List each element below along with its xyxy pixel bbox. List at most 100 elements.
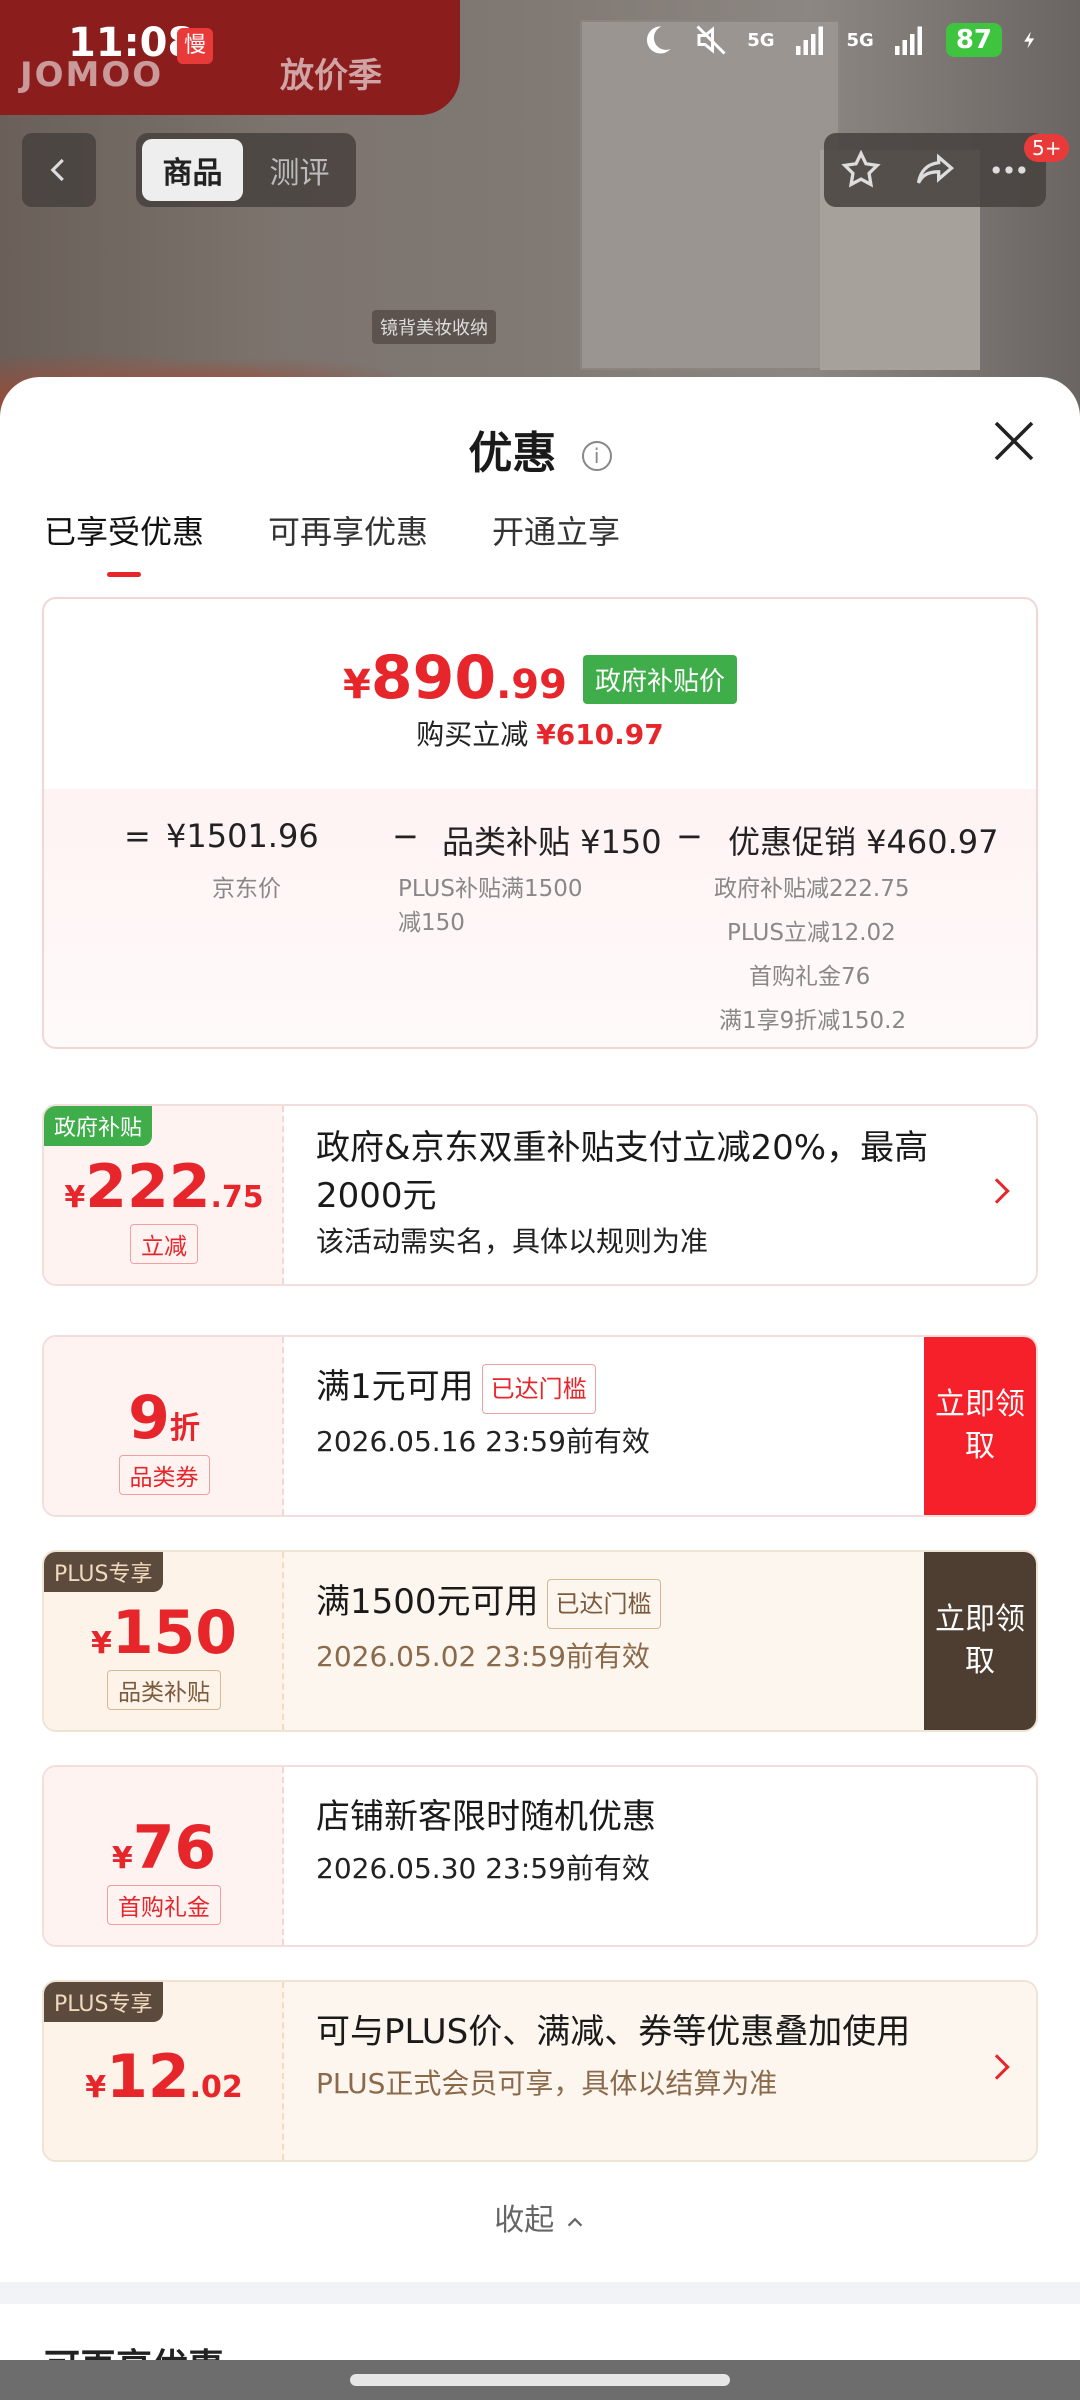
status-icons: 5G 5G 87 <box>639 22 1040 58</box>
tab-product[interactable]: 商品 <box>142 139 243 201</box>
chevron-left-icon <box>50 158 64 182</box>
category-note-1: PLUS补贴满1500 <box>398 876 583 902</box>
gov-price-badge: 政府补贴价 <box>582 655 737 704</box>
claim-button[interactable]: 立即领取 <box>924 1337 1036 1515</box>
product-image-tag: 镜背美妆收纳 <box>372 310 496 344</box>
product-actions <box>824 133 1046 207</box>
coupon-body: 满1元可用 已达门槛 2026.05.16 23:59前有效 <box>316 1363 956 1460</box>
coupon-type: 品类补贴 <box>44 1670 284 1710</box>
gov-subsidy-coupon[interactable]: 政府补贴 ¥222.75 立减 政府&京东双重补贴支付立减20%，最高2000元… <box>42 1104 1038 1286</box>
promo-item: PLUS立减12.02 <box>727 920 896 946</box>
info-icon[interactable]: i <box>581 441 612 471</box>
sheet-title-text: 优惠 <box>468 428 557 479</box>
back-button[interactable] <box>22 133 96 207</box>
first-purchase-gift-coupon: ¥76 首购礼金 店铺新客限时随机优惠 2026.05.30 23:59前有效 <box>42 1765 1038 1947</box>
gesture-bar <box>0 2360 1080 2400</box>
coupon-expiry: 2026.05.30 23:59前有效 <box>316 1852 650 1885</box>
coupon-amount: ¥222.75 <box>44 1152 284 1222</box>
home-indicator[interactable] <box>350 2374 730 2386</box>
promo-item: 首购礼金76 <box>749 964 871 990</box>
category-note-2: 减150 <box>398 910 465 936</box>
collapse-button[interactable]: 收起 <box>0 2195 1080 2239</box>
coupon-type-label: 首购礼金 <box>107 1885 221 1925</box>
category-subsidy: 品类补贴 ¥150 <box>442 823 662 861</box>
currency-symbol: ¥ <box>343 662 371 708</box>
mute-icon <box>696 25 726 55</box>
promo-item: 政府补贴减222.75 <box>714 876 910 902</box>
coupon-body: 可与PLUS价、满减、券等优惠叠加使用 PLUS正式会员可享，具体以结算为准 <box>316 2008 956 2102</box>
final-price: ¥ 890 .99 政府补贴价 <box>44 643 1036 713</box>
amount-decimal: .75 <box>210 1180 264 1215</box>
coupon-amount: 9折 <box>44 1383 284 1453</box>
jd-price: ¥1501.96 <box>166 817 319 855</box>
share-icon[interactable] <box>913 148 957 192</box>
star-icon[interactable] <box>839 148 883 192</box>
coupon-amount: ¥12.02 <box>44 2042 284 2112</box>
coupon-body: 店铺新客限时随机优惠 2026.05.30 23:59前有效 <box>316 1793 956 1887</box>
promo-item: 满1享9折减150.2 <box>719 1008 907 1034</box>
discount-coupon: 9折 品类券 满1元可用 已达门槛 2026.05.16 23:59前有效 立即领… <box>42 1335 1038 1517</box>
amount-integer: 222 <box>85 1152 211 1222</box>
currency-symbol: ¥ <box>85 2070 107 2105</box>
coupon-desc: PLUS正式会员可享，具体以结算为准 <box>316 2067 778 2100</box>
coupon-type-label: 品类补贴 <box>107 1670 221 1710</box>
total-saving: 购买立减 ¥610.97 <box>44 713 1036 753</box>
promotion-total: 优惠促销 ¥460.97 <box>728 823 999 861</box>
currency-symbol: ¥ <box>90 1626 112 1661</box>
gov-subsidy-ribbon: 政府补贴 <box>44 1106 153 1146</box>
minus-sign: − <box>392 817 419 855</box>
minus-sign-2: − <box>676 817 703 855</box>
coupon-body: 满1500元可用 已达门槛 2026.05.02 23:59前有效 <box>316 1578 956 1675</box>
price-summary-card: ¥ 890 .99 政府补贴价 购买立减 ¥610.97 = ¥1501.96 −… <box>42 597 1038 1049</box>
plus-ribbon: PLUS专享 <box>44 1552 163 1592</box>
coupon-type-label: 立减 <box>130 1224 198 1264</box>
coupon-amount: ¥150 <box>44 1598 284 1668</box>
charging-icon <box>1024 31 1035 49</box>
tab-enjoyed[interactable]: 已享受优惠 <box>44 507 204 577</box>
threshold-reached-badge: 已达门槛 <box>546 1578 661 1629</box>
coupon-body: 政府&京东双重补贴支付立减20%，最高2000元 该活动需实名，具体以规则为准 <box>316 1124 956 1260</box>
discount-sheet: 优惠 i 已享受优惠 可再享优惠 开通立享 ¥ 890 .99 政府补贴价 购买… <box>0 377 1080 2400</box>
amount-integer: 76 <box>132 1813 217 1883</box>
slow-network-badge: 慢 <box>177 28 213 64</box>
coupon-type: 立减 <box>44 1224 284 1264</box>
moon-icon <box>647 26 671 54</box>
coupon-desc: 该活动需实名，具体以规则为准 <box>316 1225 709 1258</box>
plus-ribbon: PLUS专享 <box>44 1982 163 2022</box>
section-divider <box>0 2282 1080 2304</box>
tab-review[interactable]: 测评 <box>249 139 350 201</box>
price-integer: 890 <box>370 643 497 713</box>
coupon-title: 满1500元可用 已达门槛 <box>316 1578 956 1629</box>
coupon-title: 店铺新客限时随机优惠 <box>316 1797 656 1837</box>
plus-instant-discount-coupon[interactable]: PLUS专享 ¥12.02 可与PLUS价、满减、券等优惠叠加使用 PLUS正式… <box>42 1980 1038 2162</box>
more-icon[interactable] <box>987 148 1031 192</box>
equals-sign: = <box>124 817 151 855</box>
saving-amount: ¥610.97 <box>536 718 664 751</box>
status-bar: 11:08 慢 5G 5G 87 <box>0 0 1080 90</box>
amount-integer: 150 <box>111 1598 238 1668</box>
coupon-title: 满1元可用 已达门槛 <box>316 1363 956 1414</box>
threshold-reached-badge: 已达门槛 <box>481 1363 596 1414</box>
plus-subsidy-coupon: PLUS专享 ¥150 品类补贴 满1500元可用 已达门槛 2026.05.02… <box>42 1550 1038 1732</box>
coupon-amount: ¥76 <box>44 1813 284 1883</box>
message-badge: 5+ <box>1024 134 1070 162</box>
signal-5g-label: 5G <box>747 29 775 51</box>
amount-integer: 12 <box>106 2042 190 2112</box>
tab-more-available[interactable]: 可再享优惠 <box>268 507 428 553</box>
chevron-right-icon <box>984 1178 1010 1204</box>
signal-icon <box>795 26 823 55</box>
signal-icon-2 <box>894 26 922 55</box>
claim-button[interactable]: 立即领取 <box>924 1552 1036 1730</box>
coupon-type: 首购礼金 <box>44 1885 284 1925</box>
collapse-label: 收起 <box>494 2203 555 2238</box>
signal-5g-label-2: 5G <box>846 29 874 51</box>
sheet-title: 优惠 i <box>0 417 1080 481</box>
close-icon[interactable] <box>990 417 1038 465</box>
discount-number: 9 <box>128 1383 170 1453</box>
jd-price-label: 京东价 <box>212 876 281 902</box>
coupon-expiry: 2026.05.02 23:59前有效 <box>316 1639 650 1673</box>
coupon-type: 品类券 <box>44 1455 284 1495</box>
tab-open-membership[interactable]: 开通立享 <box>492 507 620 553</box>
currency-symbol: ¥ <box>111 1841 133 1876</box>
discount-tabs: 已享受优惠 可再享优惠 开通立享 <box>44 507 620 577</box>
